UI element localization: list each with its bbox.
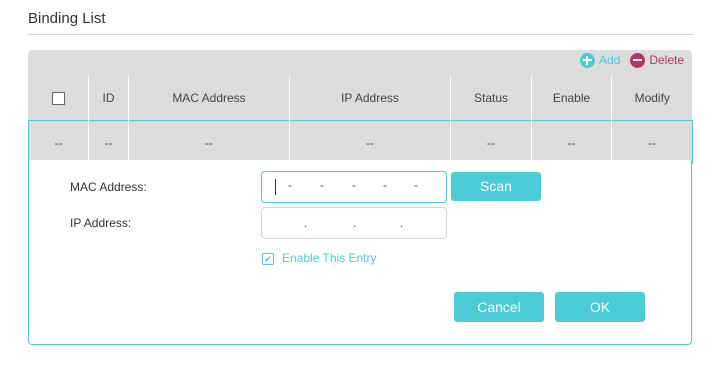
mac-separator: -: [320, 178, 324, 192]
binding-list-panel: Add Delete ID MAC Address IP Address Sta…: [28, 50, 693, 164]
table-cell: --: [128, 120, 290, 164]
enable-entry-checkbox[interactable]: ✔: [262, 253, 274, 265]
select-all-checkbox[interactable]: [51, 92, 65, 106]
delete-label: Delete: [649, 53, 684, 67]
table-cell: --: [450, 120, 532, 164]
ok-button[interactable]: OK: [555, 292, 645, 322]
ip-address-field[interactable]: . . .: [261, 207, 447, 239]
mac-address-label: MAC Address:: [70, 180, 147, 194]
mac-separator: -: [352, 178, 356, 192]
title-divider: [28, 34, 693, 35]
column-header-ip-address: IP Address: [289, 76, 451, 121]
column-header-enable: Enable: [531, 76, 612, 121]
plus-circle-icon: [579, 52, 595, 68]
column-header-status: Status: [450, 76, 532, 121]
column-header-id: ID: [88, 76, 129, 121]
enable-entry-label[interactable]: Enable This Entry: [282, 251, 377, 265]
mac-separator: -: [383, 178, 387, 192]
add-button[interactable]: Add: [579, 52, 621, 68]
table-cell: --: [531, 120, 612, 164]
table-cell: --: [28, 120, 89, 164]
page-title: Binding List: [28, 10, 106, 27]
cancel-button[interactable]: Cancel: [454, 292, 544, 322]
add-label: Add: [598, 53, 621, 67]
table-toolbar: Add Delete: [579, 51, 684, 69]
column-header-mac-address: MAC Address: [128, 76, 290, 121]
ip-separator: .: [304, 216, 308, 230]
ip-separator: .: [400, 216, 404, 230]
column-header-modify: Modify: [611, 76, 693, 121]
delete-button[interactable]: Delete: [630, 52, 684, 68]
table-cell: --: [611, 120, 693, 164]
scan-button[interactable]: Scan: [451, 172, 541, 201]
ip-address-label: IP Address:: [70, 216, 132, 230]
mac-separator: -: [288, 178, 292, 192]
table-cell: --: [289, 120, 451, 164]
table-cell: --: [88, 120, 129, 164]
ip-separator: .: [353, 216, 357, 230]
text-cursor: [275, 179, 276, 195]
binding-table: ID MAC Address IP Address Status Enable …: [28, 76, 693, 164]
table-header-row: ID MAC Address IP Address Status Enable …: [29, 76, 693, 121]
table-row: -- -- -- -- -- -- --: [28, 120, 693, 164]
add-entry-form: MAC Address: - - - - - Scan IP Address: …: [28, 160, 692, 345]
mac-separator: -: [414, 178, 418, 192]
select-all-cell[interactable]: [29, 76, 89, 121]
mac-address-field[interactable]: - - - - -: [261, 171, 447, 203]
minus-circle-icon: [630, 52, 646, 68]
